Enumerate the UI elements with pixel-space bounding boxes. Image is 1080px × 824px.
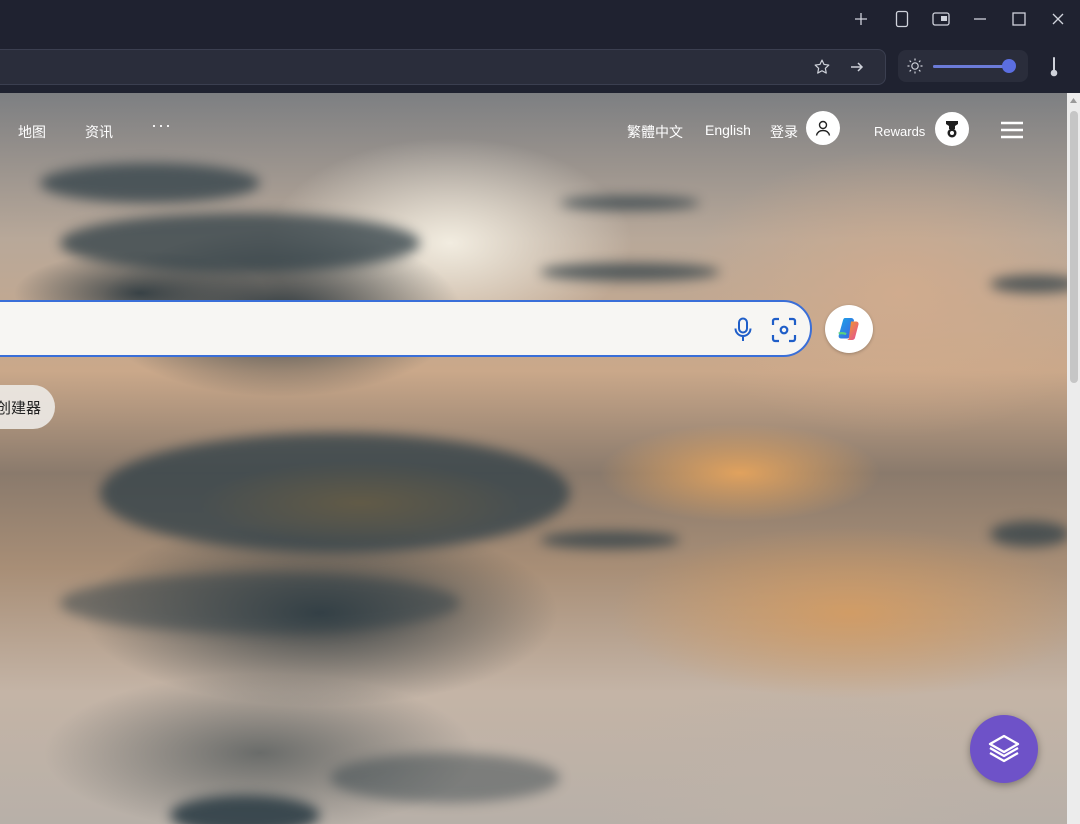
lang-english-link[interactable]: English — [705, 122, 751, 138]
nav-link-news[interactable]: 资讯 — [85, 122, 113, 142]
reflection-shape — [60, 573, 460, 633]
rewards-badge[interactable] — [935, 112, 969, 146]
hamburger-menu-button[interactable] — [1000, 120, 1024, 140]
cloud-shape — [60, 213, 420, 273]
scroll-up-arrow-icon[interactable] — [1069, 96, 1078, 105]
more-menu-button[interactable]: ··· — [151, 115, 172, 136]
minimize-icon — [974, 18, 986, 20]
nav-link-maps[interactable]: 地图 — [18, 122, 46, 142]
page-scrollbar[interactable] — [1067, 93, 1080, 824]
maximize-button[interactable] — [1004, 6, 1034, 32]
silhouette-shape — [330, 753, 560, 803]
close-icon — [1052, 13, 1064, 25]
cloud-shape — [540, 263, 720, 281]
search-box[interactable] — [0, 300, 812, 357]
visual-search-button[interactable] — [770, 316, 798, 344]
arrow-right-icon — [851, 62, 864, 72]
tab-actions-button[interactable] — [887, 6, 917, 32]
login-link[interactable]: 登录 — [770, 122, 798, 142]
trophy-icon — [946, 121, 958, 138]
layers-icon — [988, 734, 1020, 763]
brightness-slider[interactable] — [933, 59, 1016, 73]
microphone-icon — [734, 317, 752, 341]
reflection-shape — [100, 433, 570, 553]
maximize-icon — [1012, 12, 1026, 26]
brightness-slider-fill — [933, 65, 1009, 68]
silhouette-shape — [170, 795, 320, 824]
vertical-tabs-icon — [895, 10, 909, 28]
close-button[interactable] — [1043, 6, 1073, 32]
thermometer-button[interactable] — [1044, 55, 1064, 79]
sun-icon — [907, 58, 923, 74]
creator-chip[interactable]: 创建器 — [0, 385, 55, 429]
copilot-icon — [838, 318, 859, 340]
rewards-link[interactable]: Rewards — [874, 124, 925, 139]
minimize-button[interactable] — [965, 6, 995, 32]
cloud-shape — [560, 196, 700, 210]
user-icon — [815, 120, 831, 136]
picture-in-picture-icon — [932, 12, 950, 26]
new-tab-button[interactable] — [846, 6, 876, 32]
voice-search-button[interactable] — [729, 316, 757, 344]
plus-icon — [855, 13, 867, 25]
menu-icon — [1001, 121, 1023, 139]
copilot-button[interactable] — [825, 305, 873, 353]
star-icon — [814, 59, 830, 74]
scrollbar-thumb[interactable] — [1070, 111, 1078, 383]
user-avatar[interactable] — [806, 111, 840, 145]
cloud-shape — [990, 275, 1067, 293]
reflection-shape — [990, 521, 1067, 547]
reflection-shape — [540, 531, 680, 549]
title-bar — [0, 0, 1080, 40]
picture-in-picture-button[interactable] — [926, 6, 956, 32]
forward-button[interactable] — [846, 57, 868, 77]
favorite-button[interactable] — [811, 57, 833, 77]
lang-traditional-chinese-link[interactable]: 繁體中文 — [627, 122, 683, 142]
brightness-control — [898, 50, 1028, 82]
address-row — [0, 40, 1080, 93]
layers-button[interactable] — [970, 715, 1038, 783]
page-background: 地图 资讯 ··· 繁體中文 English 登录 Rewards 创建器 — [0, 93, 1067, 824]
address-bar[interactable] — [0, 49, 886, 85]
cloud-shape — [40, 163, 260, 203]
visual-search-icon — [771, 317, 797, 343]
brightness-slider-knob[interactable] — [1002, 59, 1016, 73]
search-input[interactable] — [2, 310, 686, 348]
thermometer-icon — [1050, 57, 1058, 77]
